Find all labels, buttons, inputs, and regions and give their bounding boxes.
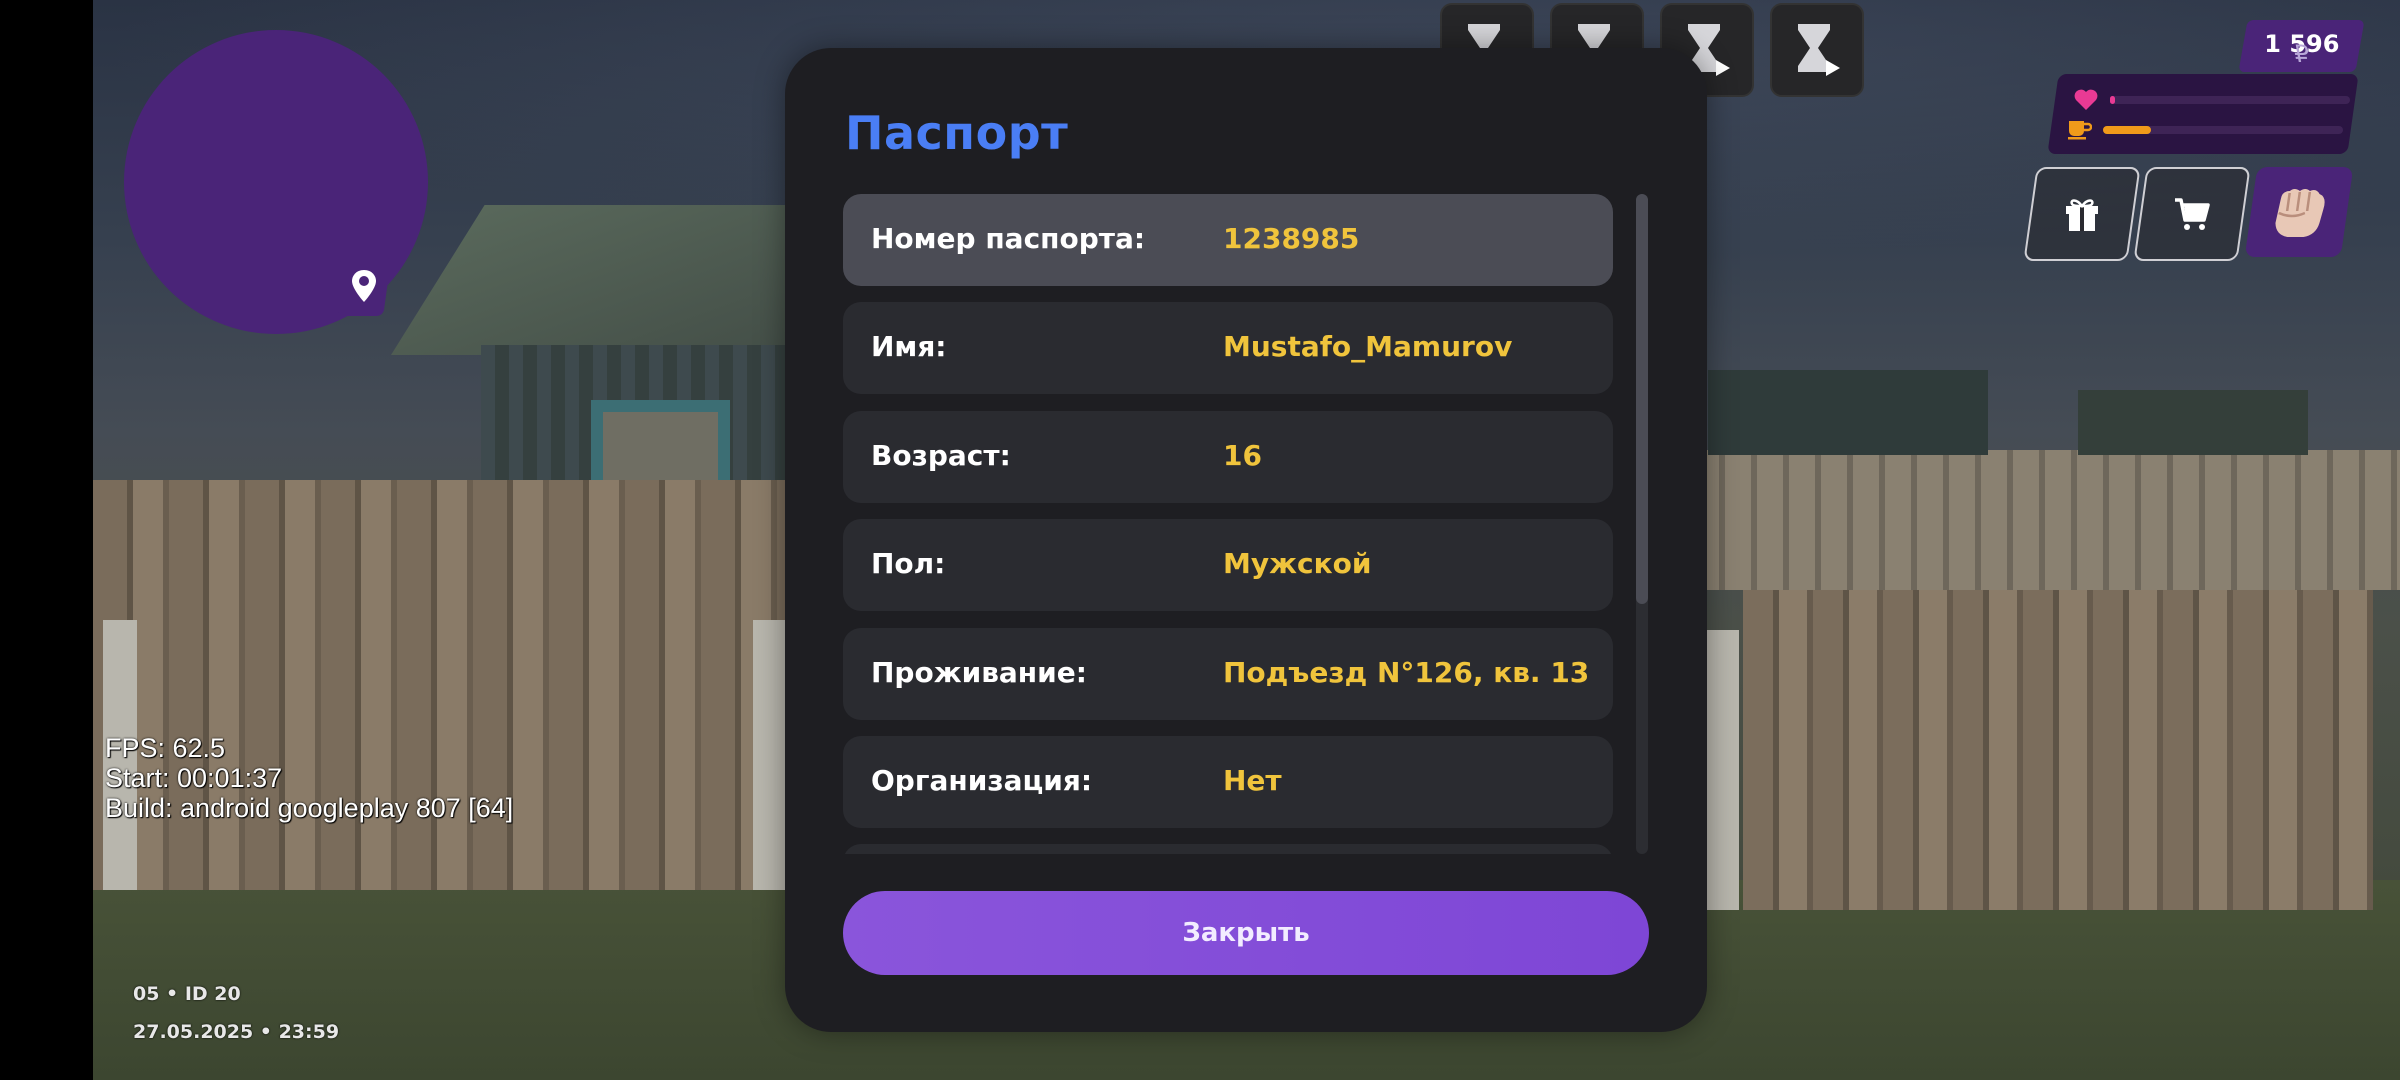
money-badge: ₽ 1 596 xyxy=(2238,20,2365,72)
passport-fields-list[interactable]: Номер паспорта: 1238985 Имя: Mustafo_Mam… xyxy=(843,194,1613,854)
build-text: Build: android googleplay 807 [64] xyxy=(105,793,514,823)
health-bar xyxy=(2110,96,2350,104)
close-button[interactable]: Закрыть xyxy=(843,891,1649,975)
field-value: 16 xyxy=(1223,439,1262,472)
far-fence xyxy=(1693,450,2400,590)
stats-panel xyxy=(2047,74,2359,154)
server-datetime: 27.05.2025 • 23:59 xyxy=(133,1021,340,1043)
passport-dialog: Паспорт Номер паспорта: 1238985 Имя: Mus… xyxy=(785,48,1707,1032)
list-item[interactable]: Возраст: 16 xyxy=(843,411,1613,503)
field-label: Возраст: xyxy=(871,439,1011,472)
list-item[interactable]: Пол: Мужской xyxy=(843,519,1613,611)
dialog-title: Паспорт xyxy=(845,106,1069,160)
debug-overlay: FPS: 62.5 Start: 00:01:37 Build: android… xyxy=(105,733,513,823)
wooden-fence-left xyxy=(93,480,793,890)
gift-icon xyxy=(2066,199,2098,231)
list-item[interactable]: Проживание: Подъезд N°126, кв. 13 xyxy=(843,628,1613,720)
fence-post xyxy=(1705,630,1739,910)
server-id: 05 • ID 20 xyxy=(133,983,241,1005)
session-start-text: Start: 00:01:37 xyxy=(105,763,283,793)
scrollbar-thumb[interactable] xyxy=(1636,194,1648,604)
currency-symbol: ₽ xyxy=(2291,40,2312,68)
list-item[interactable]: Организация: Нет xyxy=(843,736,1613,828)
far-building xyxy=(1708,370,1988,455)
field-value: Mustafo_Mamurov xyxy=(1223,330,1513,363)
fence-post xyxy=(753,620,787,890)
timer-button-4[interactable] xyxy=(1770,3,1864,97)
fist-icon xyxy=(2275,189,2325,237)
field-label: Номер паспорта: xyxy=(871,222,1146,255)
field-value: Мужской xyxy=(1223,547,1372,580)
field-value: Подъезд N°126, кв. 13 xyxy=(1223,656,1590,689)
cup-icon xyxy=(2068,121,2092,140)
hunger-bar xyxy=(2103,126,2343,134)
heart-icon xyxy=(2074,89,2098,110)
field-value: 1238985 xyxy=(1223,222,1360,255)
list-item[interactable] xyxy=(843,844,1613,854)
field-label: Организация: xyxy=(871,764,1093,797)
field-value: Нет xyxy=(1223,764,1282,797)
field-label: Проживание: xyxy=(871,656,1087,689)
server-info: 05 • ID 20 27.05.2025 • 23:59 xyxy=(133,975,339,1051)
scrollbar[interactable] xyxy=(1636,194,1648,854)
shop-button[interactable] xyxy=(2133,167,2251,261)
map-pin-icon xyxy=(336,256,392,318)
wooden-fence-right xyxy=(1743,590,2373,910)
field-label: Имя: xyxy=(871,330,947,363)
list-item[interactable]: Номер паспорта: 1238985 xyxy=(843,194,1613,286)
list-item[interactable]: Имя: Mustafo_Mamurov xyxy=(843,302,1613,394)
field-label: Пол: xyxy=(871,547,946,580)
hourglass-play-icon xyxy=(1798,24,1840,76)
weapon-slot-button[interactable] xyxy=(2244,167,2354,257)
fps-text: FPS: 62.5 xyxy=(105,733,226,763)
gift-button[interactable] xyxy=(2023,167,2141,261)
cart-icon xyxy=(2175,198,2210,230)
far-building xyxy=(2078,390,2308,455)
